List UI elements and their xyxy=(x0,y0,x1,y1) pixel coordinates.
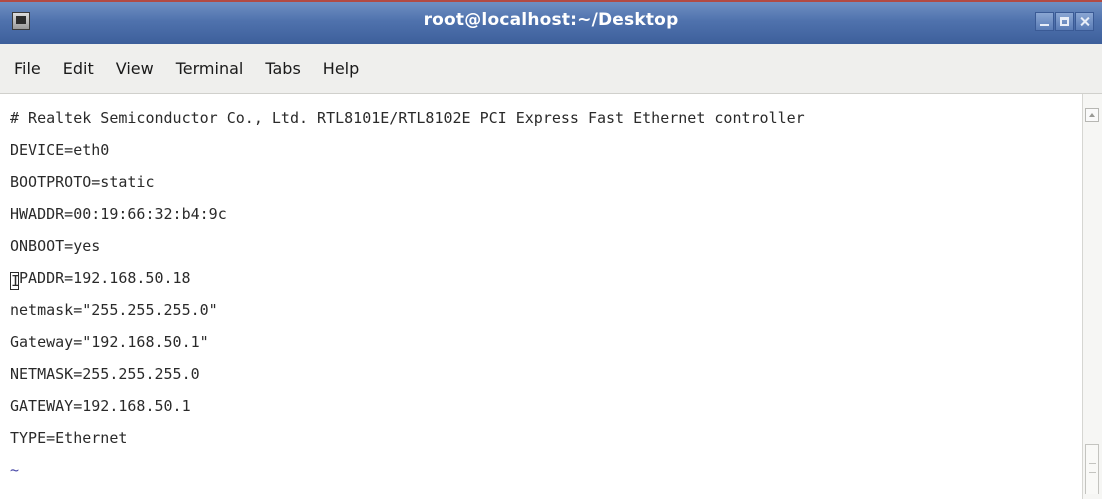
window-controls xyxy=(1035,12,1094,31)
empty-line-tilde: ~ xyxy=(10,486,1082,499)
menu-tabs[interactable]: Tabs xyxy=(265,59,300,78)
empty-line-tilde: ~ xyxy=(10,461,20,479)
menu-help[interactable]: Help xyxy=(323,59,359,78)
terminal-line: Gateway="192.168.50.1" xyxy=(10,333,209,351)
terminal-line: NETMASK=255.255.255.0 xyxy=(10,365,200,383)
terminal-line: netmask="255.255.255.0" xyxy=(10,301,218,319)
maximize-icon[interactable] xyxy=(1055,12,1074,31)
terminal-line: GATEWAY=192.168.50.1 xyxy=(10,397,191,415)
terminal-line: DEVICE=eth0 xyxy=(10,141,110,159)
title-bar[interactable]: root@localhost:~/Desktop xyxy=(0,0,1102,44)
cursor-line-text: PADDR=192.168.50.18 xyxy=(19,269,191,287)
terminal-line: HWADDR=00:19:66:32:b4:9c xyxy=(10,205,227,223)
window-title: root@localhost:~/Desktop xyxy=(423,10,679,30)
terminal-line-cursor: IPADDR=192.168.50.18 xyxy=(10,262,1082,294)
terminal-line: ONBOOT=yes xyxy=(10,237,101,255)
menu-view[interactable]: View xyxy=(116,59,154,78)
scroll-up-arrow-icon[interactable] xyxy=(1085,108,1099,122)
menu-edit[interactable]: Edit xyxy=(63,59,94,78)
terminal-line: BOOTPROTO=static xyxy=(10,173,155,191)
vertical-scrollbar[interactable] xyxy=(1082,94,1102,499)
scrollbar-thumb[interactable] xyxy=(1085,444,1099,494)
menu-bar: File Edit View Terminal Tabs Help xyxy=(0,44,1102,94)
terminal-line: TYPE=Ethernet xyxy=(10,429,128,447)
text-cursor: I xyxy=(10,272,21,290)
terminal-line: # Realtek Semiconductor Co., Ltd. RTL810… xyxy=(10,109,805,127)
minimize-icon[interactable] xyxy=(1035,12,1054,31)
terminal-output[interactable]: # Realtek Semiconductor Co., Ltd. RTL810… xyxy=(0,94,1082,499)
menu-terminal[interactable]: Terminal xyxy=(176,59,244,78)
close-icon[interactable] xyxy=(1075,12,1094,31)
menu-file[interactable]: File xyxy=(14,59,41,78)
terminal-window: root@localhost:~/Desktop File Edit View … xyxy=(0,0,1102,499)
